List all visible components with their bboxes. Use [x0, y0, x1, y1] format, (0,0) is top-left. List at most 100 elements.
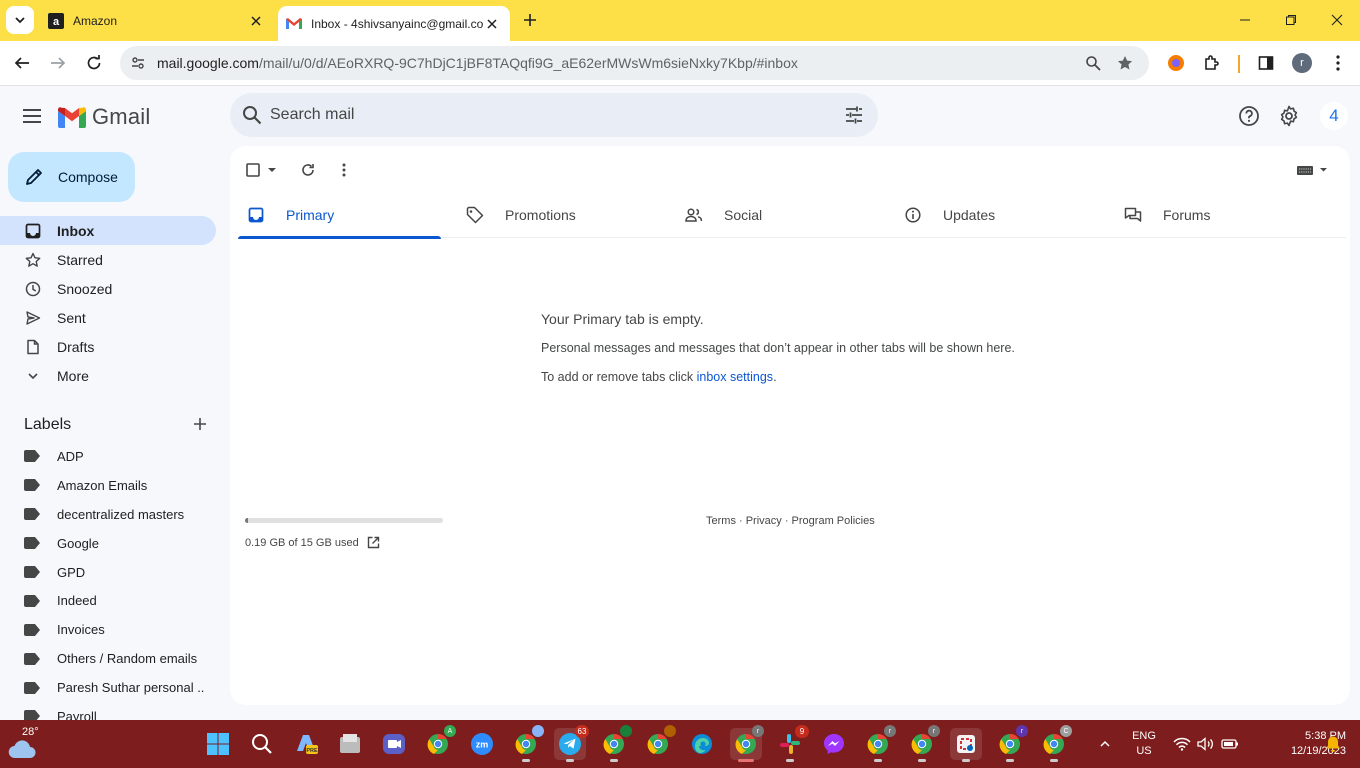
chevron-down-icon: [24, 367, 42, 385]
tab-promotions[interactable]: Promotions: [457, 192, 660, 238]
profile-badge: [664, 725, 676, 737]
messenger-icon[interactable]: [818, 728, 850, 760]
browser-tab-amazon[interactable]: a Amazon: [38, 0, 274, 41]
chrome-profile-icon[interactable]: r: [862, 725, 896, 762]
sidebar-item-starred[interactable]: Starred: [0, 245, 216, 274]
show-hidden-icons-chevron-icon[interactable]: [1092, 728, 1118, 760]
compose-button[interactable]: Compose: [8, 152, 135, 202]
running-indicator: [1050, 759, 1058, 762]
restore-icon[interactable]: [1278, 8, 1304, 32]
close-window-icon[interactable]: [1324, 8, 1350, 32]
profile-badge: [620, 725, 632, 737]
tab-forums[interactable]: Forums: [1115, 192, 1318, 238]
slack-icon[interactable]: 9: [774, 725, 809, 762]
chrome-profile-a-icon[interactable]: A: [422, 725, 456, 760]
extension-firefox-icon[interactable]: [1164, 51, 1188, 75]
chrome-profile-icon[interactable]: C: [1038, 725, 1072, 762]
sidebar-item-snoozed[interactable]: Snoozed: [0, 274, 216, 303]
open-in-new-icon[interactable]: [367, 536, 380, 549]
tab-search-button[interactable]: [6, 6, 34, 34]
sidebar-item-label: More: [57, 367, 89, 384]
label-item[interactable]: Others / Random emails: [0, 644, 230, 673]
notification-bell-icon[interactable]: [1322, 728, 1344, 760]
taskbar-search-icon[interactable]: [246, 728, 278, 760]
close-tab-icon[interactable]: [248, 13, 264, 29]
input-tools-keyboard-icon[interactable]: [1294, 158, 1330, 182]
more-options-icon[interactable]: [332, 158, 356, 182]
start-windows-icon[interactable]: [202, 728, 234, 760]
edge-icon[interactable]: [686, 728, 718, 760]
minimize-icon[interactable]: [1232, 8, 1258, 32]
snipping-tool-icon[interactable]: [950, 728, 982, 762]
search-icon[interactable]: [242, 105, 262, 125]
gmail-favicon: [286, 16, 302, 32]
label-item[interactable]: Amazon Emails: [0, 471, 230, 500]
label-item[interactable]: Indeed: [0, 586, 230, 615]
label-item[interactable]: Paresh Suthar personal ...: [0, 673, 230, 702]
forward-arrow-icon[interactable]: [46, 51, 70, 75]
chrome-profile-icon[interactable]: r: [906, 725, 940, 762]
reload-icon[interactable]: [82, 51, 106, 75]
account-avatar[interactable]: 4: [1320, 102, 1348, 130]
close-tab-icon[interactable]: [484, 16, 500, 32]
address-bar[interactable]: mail.google.com/mail/u/0/d/AEoRXRQ-9C7hD…: [120, 46, 1149, 80]
side-panel-icon[interactable]: [1254, 51, 1278, 75]
browser-menu-icon[interactable]: [1326, 51, 1350, 75]
label-item[interactable]: GPD: [0, 558, 230, 587]
running-indicator: [786, 759, 794, 762]
back-arrow-icon[interactable]: [10, 51, 34, 75]
gmail-logo[interactable]: Gmail: [58, 104, 150, 130]
extensions-puzzle-icon[interactable]: [1200, 51, 1224, 75]
chrome-profile-icon[interactable]: [598, 725, 632, 762]
label-item[interactable]: ADP: [0, 442, 230, 471]
tab-social[interactable]: Social: [676, 192, 879, 238]
profile-badge: r: [752, 725, 764, 737]
telegram-icon[interactable]: 63: [554, 725, 589, 762]
battery-icon[interactable]: [1218, 728, 1242, 760]
tab-updates[interactable]: Updates: [895, 192, 1098, 238]
footer-links[interactable]: Terms · Privacy · Program Policies: [706, 515, 875, 527]
sidebar-item-sent[interactable]: Sent: [0, 303, 216, 332]
label-item[interactable]: Google: [0, 529, 230, 558]
chrome-profile-icon[interactable]: [510, 725, 544, 762]
search-input[interactable]: [270, 93, 830, 137]
profile-badge: C: [1060, 725, 1072, 737]
label-name: Paresh Suthar personal ...: [57, 680, 205, 696]
site-info-icon[interactable]: [130, 55, 146, 71]
file-explorer-icon[interactable]: [334, 728, 366, 760]
weather-widget[interactable]: 28°: [8, 726, 44, 762]
language-indicator[interactable]: ENG US: [1130, 720, 1158, 768]
labels-list: ADP Amazon Emails decentralized masters …: [0, 442, 230, 731]
volume-icon[interactable]: [1194, 728, 1218, 760]
sidebar-item-drafts[interactable]: Drafts: [0, 332, 216, 361]
send-icon: [24, 309, 42, 327]
browser-profile-avatar[interactable]: r: [1292, 53, 1312, 73]
meet-app-icon[interactable]: [378, 728, 410, 760]
help-icon[interactable]: [1237, 104, 1261, 128]
copilot-icon[interactable]: PRE: [290, 728, 322, 760]
browser-tab-gmail[interactable]: Inbox - 4shivsanyainc@gmail.com: [278, 6, 510, 41]
inbox-settings-link[interactable]: inbox settings: [697, 370, 773, 384]
zoom-app-icon[interactable]: zm: [466, 728, 498, 760]
add-label-plus-icon[interactable]: [192, 416, 208, 432]
search-bar[interactable]: [230, 93, 878, 137]
profile-badge: [532, 725, 544, 737]
chrome-profile-icon[interactable]: r: [994, 725, 1028, 762]
search-options-icon[interactable]: [844, 105, 864, 125]
refresh-icon[interactable]: [296, 158, 320, 182]
chrome-profile-icon[interactable]: [642, 725, 676, 760]
chrome-active-icon[interactable]: r: [730, 725, 764, 762]
main-menu-icon[interactable]: [20, 104, 44, 128]
label-item[interactable]: decentralized masters: [0, 500, 230, 529]
bookmark-star-icon[interactable]: [1116, 54, 1134, 72]
new-tab-icon[interactable]: [520, 10, 540, 30]
wifi-icon[interactable]: [1170, 728, 1194, 760]
sidebar-item-inbox[interactable]: Inbox: [0, 216, 216, 245]
select-all-checkbox[interactable]: [244, 158, 280, 182]
label-item[interactable]: Invoices: [0, 615, 230, 644]
settings-gear-icon[interactable]: [1277, 104, 1301, 128]
tab-primary[interactable]: Primary: [238, 192, 441, 239]
sidebar-item-more[interactable]: More: [0, 361, 216, 390]
zoom-icon[interactable]: [1084, 54, 1102, 72]
toolbar-separator: [1238, 55, 1240, 73]
